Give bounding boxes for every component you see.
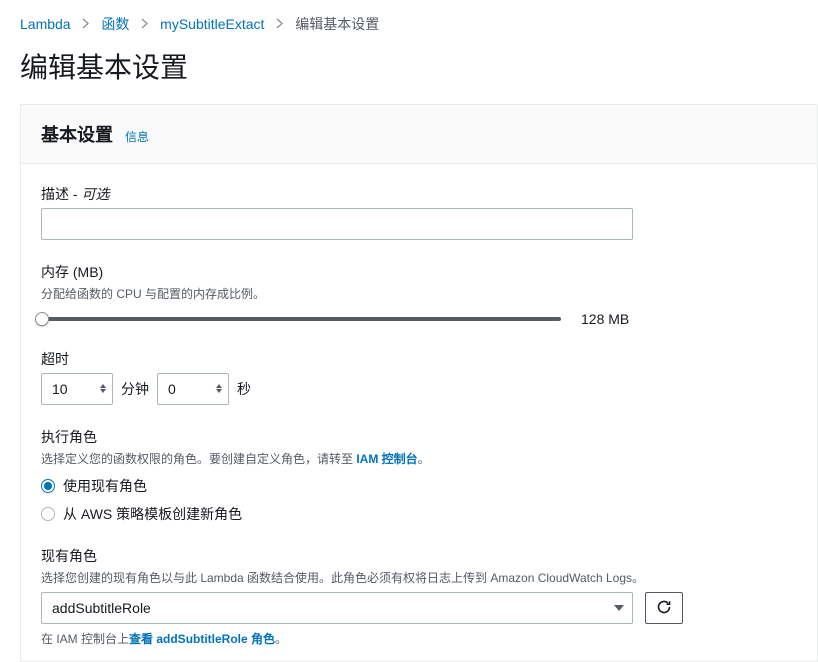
memory-value: 128 MB: [581, 311, 629, 327]
existing-role-select[interactable]: addSubtitleRole: [41, 592, 633, 624]
timeout-label: 超时: [41, 349, 797, 369]
timeout-seconds-value: 0: [168, 381, 176, 397]
existing-role-field: 现有角色 选择您创建的现有角色以与此 Lambda 函数结合使用。此角色必须有权…: [41, 546, 797, 648]
view-role-line: 在 IAM 控制台上查看 addSubtitleRole 角色。: [41, 630, 797, 647]
minutes-decrement[interactable]: [100, 389, 106, 393]
timeout-seconds-input[interactable]: 0: [157, 373, 229, 405]
existing-role-label: 现有角色: [41, 546, 797, 566]
memory-field: 内存 (MB) 分配给函数的 CPU 与配置的内存成比例。 128 MB: [41, 262, 797, 327]
memory-desc: 分配给函数的 CPU 与配置的内存成比例。: [41, 286, 797, 303]
chevron-right-icon: [82, 18, 89, 29]
seconds-unit: 秒: [237, 379, 251, 399]
breadcrumb-current: 编辑基本设置: [295, 16, 379, 32]
chevron-down-icon: [614, 605, 624, 611]
chevron-right-icon: [141, 18, 148, 29]
breadcrumb-function-name[interactable]: mySubtitleExtact: [160, 16, 264, 32]
memory-slider-thumb[interactable]: [35, 312, 49, 326]
chevron-right-icon: [276, 18, 283, 29]
iam-console-link[interactable]: IAM 控制台: [356, 452, 417, 466]
execution-role-label: 执行角色: [41, 427, 797, 447]
description-input[interactable]: [41, 208, 633, 240]
description-field: 描述 - 可选: [41, 184, 797, 240]
breadcrumb: Lambda 函数 mySubtitleExtact 编辑基本设置: [0, 0, 818, 42]
view-role-link[interactable]: 查看 addSubtitleRole 角色: [129, 632, 275, 646]
refresh-button[interactable]: [645, 592, 683, 624]
radio-create-from-template-label: 从 AWS 策略模板创建新角色: [63, 504, 242, 524]
seconds-decrement[interactable]: [216, 389, 222, 393]
breadcrumb-lambda[interactable]: Lambda: [20, 16, 71, 32]
minutes-unit: 分钟: [121, 379, 149, 399]
panel-title: 基本设置: [41, 121, 113, 147]
memory-slider[interactable]: [41, 317, 561, 321]
timeout-minutes-input[interactable]: 10: [41, 373, 113, 405]
description-label: 描述 - 可选: [41, 184, 797, 204]
radio-icon-selected: [41, 479, 55, 493]
minutes-increment[interactable]: [100, 384, 106, 388]
radio-use-existing-label: 使用现有角色: [63, 476, 147, 496]
seconds-increment[interactable]: [216, 384, 222, 388]
panel-header: 基本设置 信息: [21, 105, 817, 164]
existing-role-selected-value: addSubtitleRole: [52, 600, 151, 616]
page-title: 编辑基本设置: [0, 42, 818, 104]
basic-settings-panel: 基本设置 信息 描述 - 可选 内存 (MB) 分配给函数的 CPU 与配置的内…: [20, 104, 818, 662]
execution-role-desc: 选择定义您的函数权限的角色。要创建自定义角色，请转至 IAM 控制台。: [41, 451, 797, 468]
timeout-field: 超时 10 分钟 0 秒: [41, 349, 797, 405]
radio-use-existing-role[interactable]: 使用现有角色: [41, 476, 797, 496]
radio-create-from-template[interactable]: 从 AWS 策略模板创建新角色: [41, 504, 797, 524]
refresh-icon: [656, 599, 672, 618]
memory-label: 内存 (MB): [41, 262, 797, 282]
timeout-minutes-value: 10: [52, 381, 68, 397]
execution-role-field: 执行角色 选择定义您的函数权限的角色。要创建自定义角色，请转至 IAM 控制台。…: [41, 427, 797, 524]
radio-icon-unselected: [41, 507, 55, 521]
breadcrumb-functions[interactable]: 函数: [101, 16, 129, 32]
existing-role-desc: 选择您创建的现有角色以与此 Lambda 函数结合使用。此角色必须有权将日志上传…: [41, 570, 797, 587]
info-link[interactable]: 信息: [125, 128, 149, 145]
